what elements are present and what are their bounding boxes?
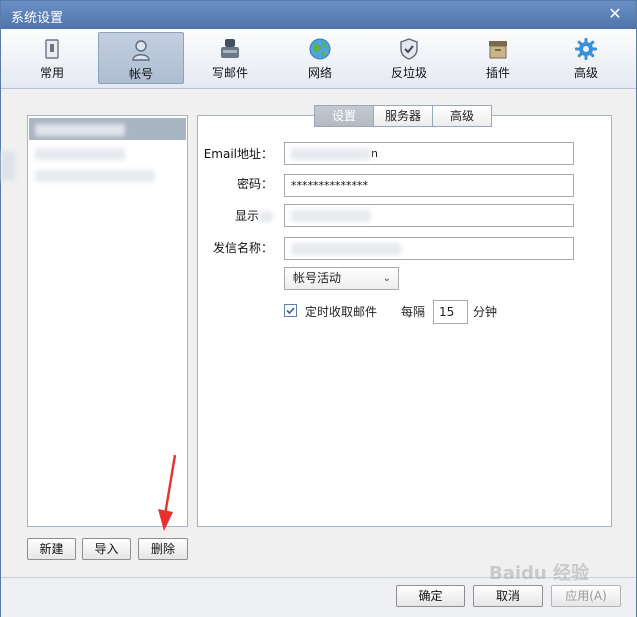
account-list-item[interactable] <box>29 118 186 140</box>
email-value-suffix: n <box>371 147 378 160</box>
tab-advanced[interactable]: 高级 <box>432 105 492 127</box>
toolbar-item-anti-spam[interactable]: 反垃圾 <box>366 32 452 84</box>
toolbar-item-plugin[interactable]: 插件 <box>455 32 541 84</box>
toolbar-item-label: 反垃圾 <box>390 66 427 80</box>
tab-server[interactable]: 服务器 <box>373 105 433 127</box>
redaction-overlay <box>1 151 15 181</box>
toolbar-item-label: 高级 <box>573 66 598 80</box>
toolbar-item-label: 写邮件 <box>211 66 248 80</box>
chevron-down-icon: ⌄ <box>382 273 391 284</box>
display-name-label: 显示 <box>235 207 273 224</box>
general-icon <box>45 39 59 59</box>
auto-receive-label[interactable]: 定时收取邮件 <box>305 303 377 320</box>
account-status-value: 帐号活动 <box>293 271 342 285</box>
email-field[interactable]: n <box>284 142 574 165</box>
anti-spam-shield-icon <box>400 38 418 60</box>
toolbar-item-general[interactable]: 常用 <box>9 32 95 84</box>
auto-receive-checkbox[interactable] <box>284 304 297 317</box>
toolbar-item-label: 帐号 <box>128 67 153 81</box>
advanced-gear-icon <box>575 38 597 60</box>
compose-icon <box>221 39 239 58</box>
annotation-arrow <box>158 454 177 531</box>
window-title: 系统设置 <box>11 11 64 26</box>
display-name-field[interactable] <box>284 204 574 227</box>
account-list-item[interactable] <box>29 142 186 164</box>
account-status-select[interactable]: 帐号活动 ⌄ <box>284 267 399 290</box>
account-list-item[interactable] <box>29 164 186 186</box>
title-bar: 系统设置 ✕ <box>1 1 636 29</box>
interval-prefix-label: 每隔 <box>401 305 426 319</box>
toolbar-item-compose[interactable]: 写邮件 <box>187 32 273 84</box>
sender-name-field[interactable] <box>284 237 574 260</box>
checkmark-icon <box>286 307 295 315</box>
plugin-icon <box>489 41 507 59</box>
interval-unit-label: 分钟 <box>473 305 498 319</box>
apply-button[interactable]: 应用(A) <box>551 585 621 607</box>
settings-toolbar: 常用 帐号 写邮件 网络 反垃圾 插件 高级 <box>1 29 636 89</box>
settings-window: 系统设置 ✕ 常用 帐号 写邮件 网络 反垃圾 插件 高级 新建 导入 删除 设… <box>0 0 637 617</box>
sender-name-label: 发信名称： <box>212 241 273 255</box>
password-label: 密码： <box>236 177 273 191</box>
toolbar-item-network[interactable]: 网络 <box>277 32 363 84</box>
display-name-label-text: 显示 <box>234 209 259 223</box>
tab-settings[interactable]: 设置 <box>314 105 374 127</box>
email-label: Email地址： <box>203 147 273 161</box>
import-account-button[interactable]: 导入 <box>82 538 131 560</box>
new-account-button[interactable]: 新建 <box>27 538 76 560</box>
close-icon[interactable]: ✕ <box>606 5 624 23</box>
baidu-watermark: Baidu 经验 <box>489 563 590 584</box>
toolbar-item-label: 常用 <box>39 66 64 80</box>
account-icon <box>132 40 150 61</box>
toolbar-item-account[interactable]: 帐号 <box>98 32 184 84</box>
password-field[interactable]: ************** <box>284 174 574 197</box>
ok-button[interactable]: 确定 <box>396 585 465 607</box>
toolbar-item-label: 插件 <box>485 66 510 80</box>
toolbar-item-advanced[interactable]: 高级 <box>543 32 629 84</box>
delete-account-button[interactable]: 删除 <box>138 538 188 560</box>
toolbar-item-label: 网络 <box>307 66 332 80</box>
interval-input[interactable]: 15 <box>433 300 468 324</box>
cancel-button[interactable]: 取消 <box>473 585 543 607</box>
settings-tabs: 设置 服务器 高级 <box>314 105 492 127</box>
network-icon <box>309 38 331 60</box>
